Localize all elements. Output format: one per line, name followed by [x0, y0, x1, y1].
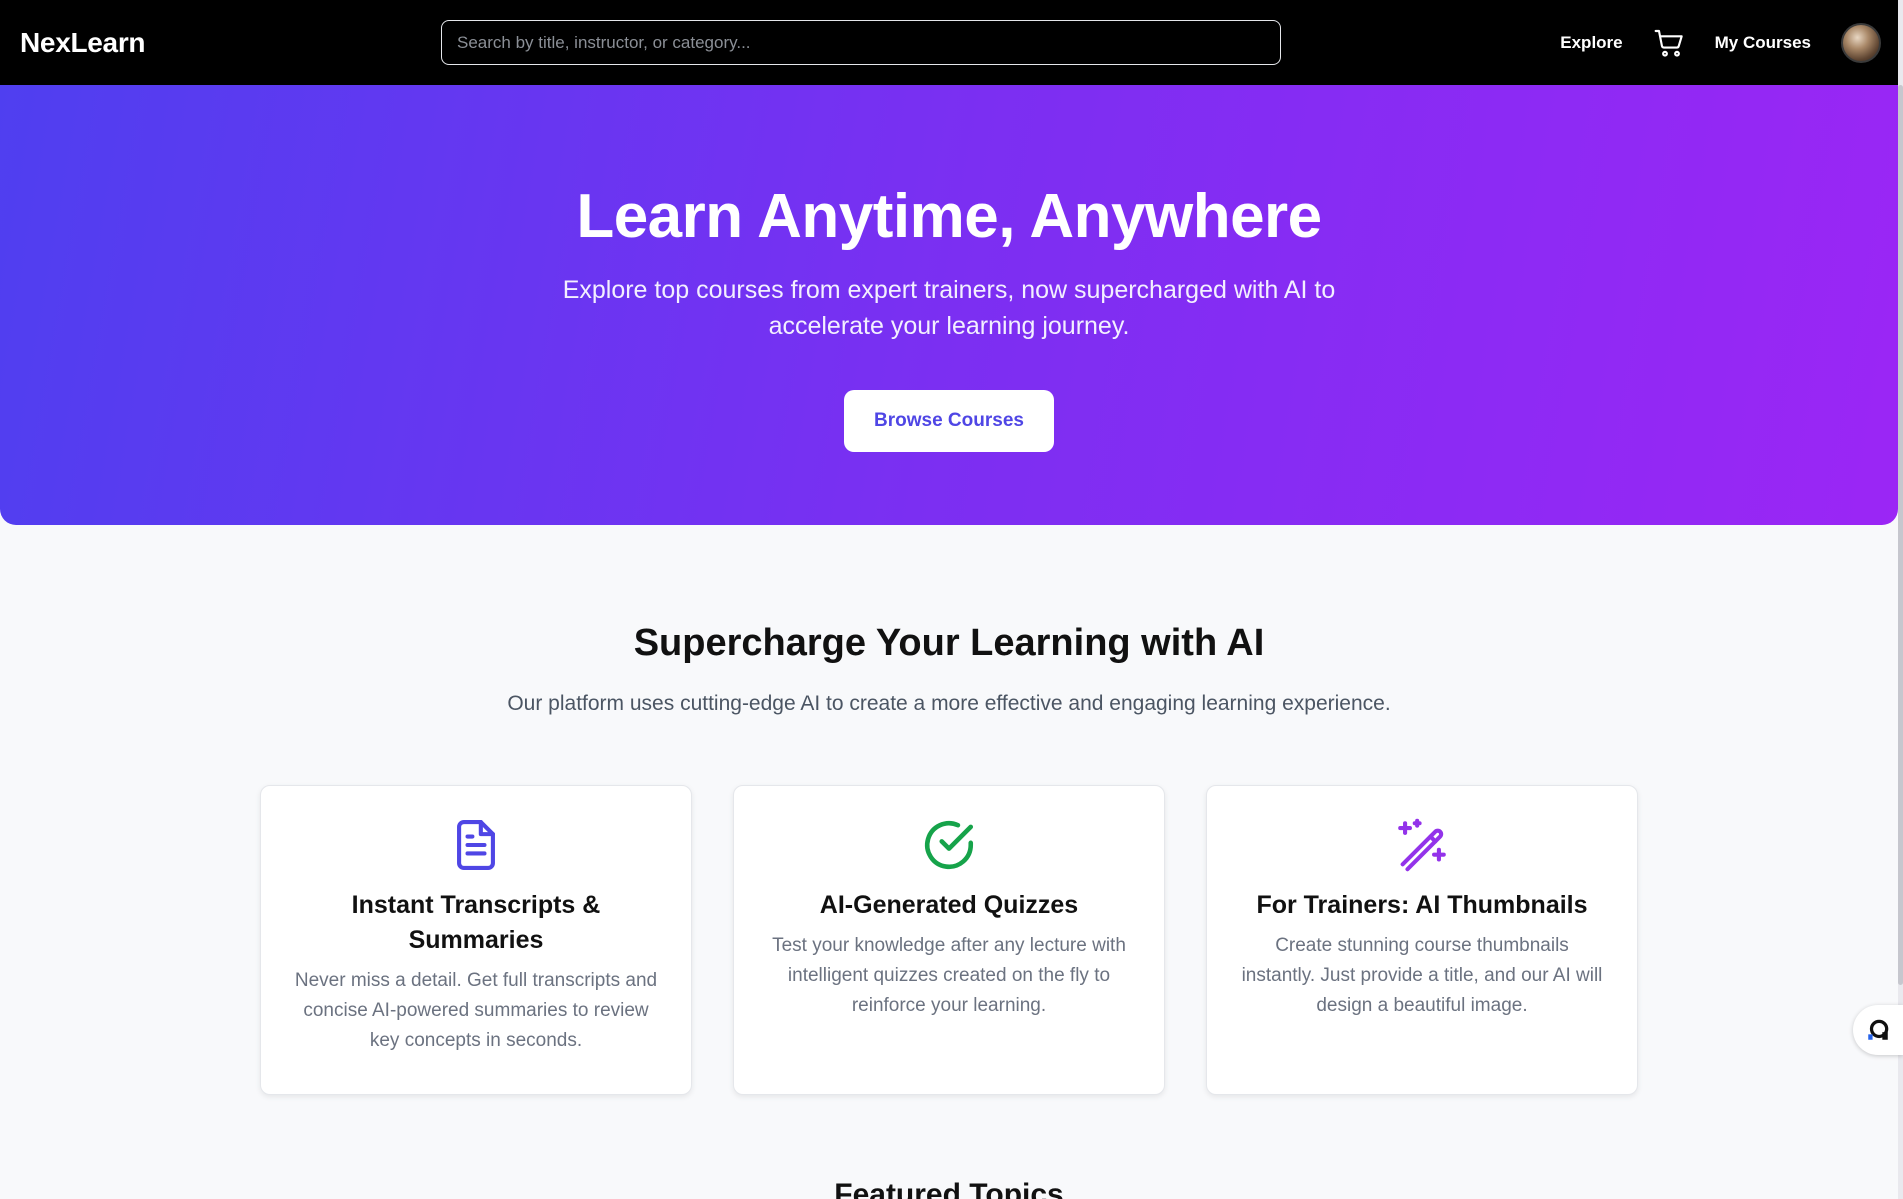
featured-topics-heading: Featured Topics — [834, 1178, 1064, 1199]
hero-subtitle: Explore top courses from expert trainers… — [562, 276, 1336, 340]
chat-help-icon — [1868, 1019, 1889, 1040]
browse-courses-button[interactable]: Browse Courses — [844, 390, 1054, 452]
magic-wand-icon — [1398, 818, 1446, 872]
check-circle-icon — [924, 821, 974, 870]
feature-cards: Instant Transcripts & Summaries Never mi… — [260, 785, 1638, 1095]
scroll-thumb[interactable] — [1898, 85, 1903, 985]
feature-card-title: Instant Transcripts & Summaries — [351, 891, 601, 954]
feature-card-title: For Trainers: AI Thumbnails — [1256, 891, 1588, 919]
top-navbar: NexLearn Explore My Courses — [0, 0, 1903, 85]
cart-icon[interactable] — [1653, 27, 1685, 59]
feature-card-body: Create stunning course thumbnails instan… — [1241, 935, 1603, 1016]
nav-right: Explore My Courses — [1560, 0, 1881, 85]
feature-card-body: Test your knowledge after any lecture wi… — [772, 935, 1126, 1016]
features-heading: Supercharge Your Learning with AI — [633, 622, 1265, 664]
document-icon — [457, 819, 495, 871]
feature-card-body: Never miss a detail. Get full transcript… — [294, 970, 658, 1051]
feature-card-title: AI-Generated Quizzes — [819, 891, 1079, 919]
help-chat-button[interactable] — [1853, 1005, 1903, 1055]
search-box[interactable] — [441, 20, 1281, 65]
nav-explore-link[interactable]: Explore — [1560, 33, 1622, 53]
search-input[interactable] — [457, 32, 1265, 53]
hero-title: Learn Anytime, Anywhere — [576, 182, 1322, 251]
features-subheading: Our platform uses cutting-edge AI to cre… — [507, 692, 1391, 715]
feature-card-thumbnails: For Trainers: AI Thumbnails Create stunn… — [1206, 785, 1638, 1095]
feature-card-transcripts: Instant Transcripts & Summaries Never mi… — [260, 785, 692, 1095]
feature-card-quizzes: AI-Generated Quizzes Test your knowledge… — [733, 785, 1165, 1095]
nav-my-courses-link[interactable]: My Courses — [1715, 33, 1811, 53]
hero-banner: Learn Anytime, Anywhere Explore top cour… — [0, 85, 1898, 525]
avatar[interactable] — [1841, 22, 1881, 63]
brand-logo[interactable]: NexLearn — [20, 27, 440, 59]
